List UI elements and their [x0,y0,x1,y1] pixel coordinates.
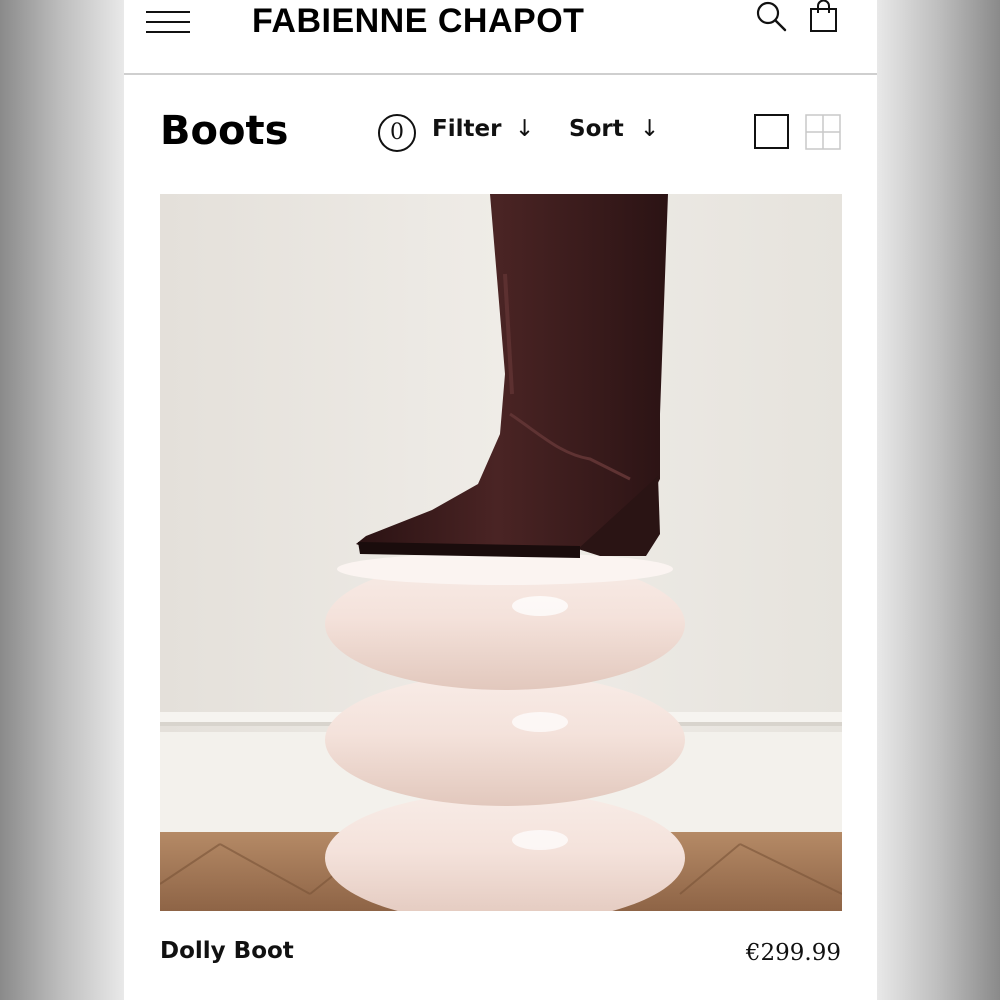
filter-arrow-down-icon[interactable]: ↓ [515,116,534,142]
grid-view-icon[interactable] [805,114,841,150]
search-icon[interactable] [755,0,787,32]
sort-arrow-down-icon[interactable]: ↓ [640,116,659,142]
filter-count-badge[interactable]: 0 [378,114,416,152]
page-title: Boots [160,108,289,154]
brand-logo[interactable]: FABIENNE CHAPOT [252,2,584,41]
filter-button[interactable]: Filter [432,116,501,142]
product-price: €299.99 [745,940,841,966]
single-column-view-icon[interactable] [754,114,789,149]
hamburger-menu-icon[interactable] [146,8,190,36]
boot-product-photo[interactable] [160,194,842,911]
top-navigation-bar: FABIENNE CHAPOT [124,0,877,75]
product-name[interactable]: Dolly Boot [160,938,294,964]
mobile-page: FABIENNE CHAPOT Boots 0 Filter ↓ Sort ↓ [124,0,877,1000]
shopping-bag-icon[interactable] [808,0,840,34]
sort-button[interactable]: Sort [569,116,624,142]
